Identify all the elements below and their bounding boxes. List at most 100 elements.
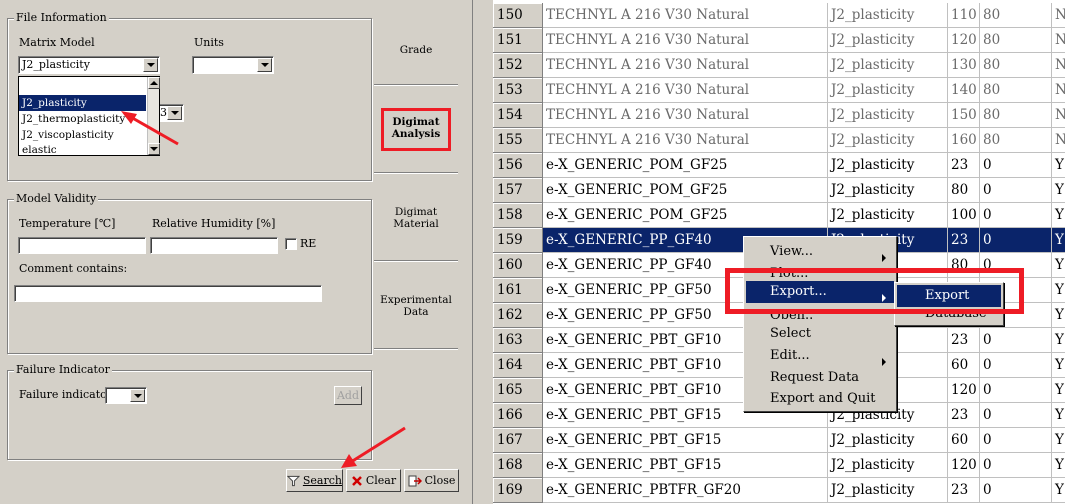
- tab-digimat-material-line2: Material: [393, 218, 439, 230]
- flag-cell: Y: [1052, 403, 1065, 428]
- flag-cell: Y: [1052, 478, 1065, 503]
- re-label: RE: [300, 237, 317, 250]
- tab-separator: [374, 260, 458, 262]
- add-button[interactable]: Add: [334, 386, 362, 405]
- temperature-cell: 150: [948, 103, 980, 128]
- menu-item-view-label: View...: [770, 244, 813, 259]
- temperature-cell: 120: [948, 453, 980, 478]
- flag-cell: Y: [1052, 428, 1065, 453]
- humidity-cell: 80: [980, 28, 1052, 53]
- humidity-cell: 0: [980, 453, 1052, 478]
- row-number-cell[interactable]: 155: [493, 128, 543, 153]
- menu-item-select-label: Select: [770, 326, 811, 341]
- row-number-cell[interactable]: 167: [493, 428, 543, 453]
- chevron-down-icon[interactable]: [143, 58, 158, 72]
- units-combo[interactable]: [192, 56, 274, 74]
- row-number-cell[interactable]: 158: [493, 203, 543, 228]
- tab-digimat-material[interactable]: Digimat Material: [374, 206, 458, 230]
- menu-item-edit-label: Edit...: [770, 348, 810, 363]
- flag-cell: N: [1052, 53, 1065, 78]
- table-row[interactable]: 153 TECHNYL A 216 V30 Natural J2_plasticit…: [493, 78, 1065, 103]
- humidity-cell: 0: [980, 478, 1052, 503]
- flag-cell: Y: [1052, 453, 1065, 478]
- humidity-cell: 80: [980, 3, 1052, 28]
- flag-cell: Y: [1052, 203, 1065, 228]
- humidity-cell: 0: [980, 228, 1052, 253]
- tab-experimental-data[interactable]: Experimental Data: [374, 294, 458, 318]
- humidity-cell: 0: [980, 428, 1052, 453]
- matrix-model-cell: J2_plasticity: [828, 78, 948, 103]
- row-number-cell[interactable]: 156: [493, 153, 543, 178]
- table-row[interactable]: 151 TECHNYL A 216 V30 Natural J2_plasticit…: [493, 28, 1065, 53]
- menu-item-select[interactable]: Select: [746, 323, 894, 345]
- matrix-model-cell: J2_plasticity: [828, 128, 948, 153]
- temperature-cell: 160: [948, 128, 980, 153]
- tab-grade-label: Grade: [399, 44, 433, 56]
- row-number-cell[interactable]: 157: [493, 178, 543, 203]
- row-number-cell[interactable]: 166: [493, 403, 543, 428]
- table-row[interactable]: 167 e-X_GENERIC_PBT_GF15 J2_plasticity 60 0 Y: [493, 428, 1065, 453]
- row-number-cell[interactable]: 151: [493, 28, 543, 53]
- table-row[interactable]: 169 e-X_GENERIC_PBTFR_GF20 J2_plasticity 23…: [493, 478, 1065, 503]
- row-number-cell[interactable]: 165: [493, 378, 543, 403]
- tab-digimat-material-line1: Digimat: [394, 206, 438, 218]
- table-row[interactable]: 155 TECHNYL A 216 V30 Natural J2_plasticit…: [493, 128, 1065, 153]
- row-number-cell[interactable]: 164: [493, 353, 543, 378]
- tab-grade[interactable]: Grade: [374, 44, 458, 56]
- table-row[interactable]: 150 TECHNYL A 216 V30 Natural J2_plasticit…: [493, 3, 1065, 28]
- matrix-model-label: Matrix Model: [19, 36, 95, 49]
- menu-item-export-and-quit-label: Export and Quit: [770, 391, 876, 406]
- row-number-cell[interactable]: 162: [493, 303, 543, 328]
- menu-item-export-and-quit[interactable]: Export and Quit: [746, 388, 894, 410]
- row-number-cell[interactable]: 160: [493, 253, 543, 278]
- menu-item-view[interactable]: View...: [746, 241, 894, 263]
- row-number-cell[interactable]: 153: [493, 78, 543, 103]
- row-number-cell[interactable]: 150: [493, 3, 543, 28]
- grade-name-cell: TECHNYL A 216 V30 Natural: [543, 53, 828, 78]
- grade-name-cell: TECHNYL A 216 V30 Natural: [543, 78, 828, 103]
- matrix-model-cell: J2_plasticity: [828, 3, 948, 28]
- failure-indicator-combo[interactable]: [105, 387, 147, 404]
- menu-item-edit[interactable]: Edit...: [746, 345, 894, 367]
- row-number-cell[interactable]: 152: [493, 53, 543, 78]
- table-row[interactable]: 158 e-X_GENERIC_POM_GF25 J2_plasticity 100 0…: [493, 203, 1065, 228]
- re-checkbox[interactable]: [285, 238, 297, 250]
- table-row[interactable]: 152 TECHNYL A 216 V30 Natural J2_plasticit…: [493, 53, 1065, 78]
- matrix-model-cell: J2_plasticity: [828, 428, 948, 453]
- comment-input[interactable]: [14, 285, 322, 302]
- temperature-input[interactable]: [18, 237, 146, 254]
- table-row[interactable]: 154 TECHNYL A 216 V30 Natural J2_plasticit…: [493, 103, 1065, 128]
- chevron-down-icon[interactable]: [257, 58, 272, 72]
- grade-name-cell: e-X_GENERIC_POM_GF25: [543, 203, 828, 228]
- context-menu: View... Plot... Export... Open.. Select …: [743, 236, 897, 412]
- row-number-cell[interactable]: 168: [493, 453, 543, 478]
- temperature-cell: 100: [948, 203, 980, 228]
- annotation-arrow-search: [341, 426, 406, 468]
- row-number-cell[interactable]: 159: [493, 228, 543, 253]
- chevron-down-icon[interactable]: [130, 389, 145, 402]
- matrix-model-cell: J2_plasticity: [828, 178, 948, 203]
- humidity-cell: 80: [980, 78, 1052, 103]
- temperature-label: Temperature [℃]: [19, 217, 116, 230]
- panel-splitter[interactable]: [472, 0, 493, 504]
- table-row[interactable]: 156 e-X_GENERIC_POM_GF25 J2_plasticity 23 0 Y: [493, 153, 1065, 178]
- temperature-cell: 120: [948, 28, 980, 53]
- table-row[interactable]: 168 e-X_GENERIC_PBT_GF15 J2_plasticity 120 0…: [493, 453, 1065, 478]
- grade-name-cell: TECHNYL A 216 V30 Natural: [543, 3, 828, 28]
- row-number-cell[interactable]: 161: [493, 278, 543, 303]
- scroll-up-icon[interactable]: [148, 77, 160, 89]
- table-row[interactable]: 157 e-X_GENERIC_POM_GF25 J2_plasticity 80 0 Y: [493, 178, 1065, 203]
- matrix-model-cell: J2_plasticity: [828, 53, 948, 78]
- row-number-cell[interactable]: 163: [493, 328, 543, 353]
- humidity-cell: 80: [980, 103, 1052, 128]
- row-number-cell[interactable]: 169: [493, 478, 543, 503]
- temperature-cell: 140: [948, 78, 980, 103]
- tab-experimental-data-line2: Data: [403, 306, 429, 318]
- matrix-model-cell: J2_plasticity: [828, 153, 948, 178]
- flag-cell: N: [1052, 28, 1065, 53]
- row-number-cell[interactable]: 154: [493, 103, 543, 128]
- humidity-input[interactable]: [150, 237, 278, 254]
- matrix-model-combo[interactable]: J2_plasticity: [18, 56, 160, 74]
- menu-item-request-data[interactable]: Request Data: [746, 367, 894, 389]
- comment-label: Comment contains:: [19, 262, 128, 275]
